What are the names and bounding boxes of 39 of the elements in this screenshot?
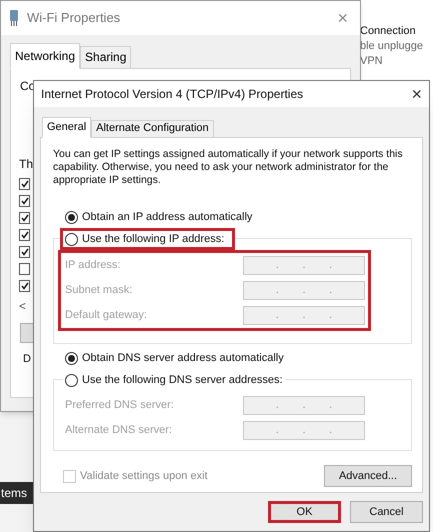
radio-label: Obtain DNS server address automatically	[82, 351, 284, 365]
field-label: Default gateway:	[65, 308, 147, 324]
field-label: IP address:	[65, 258, 120, 274]
checkbox[interactable]	[19, 178, 30, 190]
label-text: Th	[19, 156, 34, 173]
field-label: Preferred DNS server:	[65, 398, 174, 414]
checkbox[interactable]	[19, 280, 30, 292]
dialog-button[interactable]: OK	[268, 501, 341, 523]
advanced-button[interactable]: Advanced...	[324, 465, 412, 487]
checkbox-label: Validate settings upon exit	[80, 468, 208, 484]
field-label: Alternate DNS server:	[65, 423, 172, 438]
tab[interactable]: Alternate Configuration	[91, 120, 214, 138]
label-text: D	[23, 352, 31, 367]
radio-label: Use the following IP address:	[82, 232, 224, 246]
dialog-button[interactable]: Cancel	[350, 501, 423, 523]
checkbox[interactable]	[19, 246, 30, 258]
radio-button[interactable]	[65, 374, 78, 386]
connection-text: Connection	[360, 24, 416, 39]
field-label: Subnet mask:	[65, 283, 132, 298]
taskbar-label: tems	[0, 485, 28, 502]
tab[interactable]: Networking	[10, 43, 80, 69]
radio-label: Obtain an IP address automatically	[82, 210, 252, 224]
radio-button[interactable]	[65, 232, 78, 246]
window-title: Wi-Fi Properties	[27, 9, 120, 28]
radio-button[interactable]	[65, 352, 78, 364]
dialog-title: Internet Protocol Version 4 (TCP/IPv4) Properties	[41, 86, 304, 103]
checkbox[interactable]	[19, 229, 30, 241]
radio-button[interactable]	[65, 210, 78, 224]
checkbox[interactable]	[19, 263, 30, 275]
network-adapter-icon	[9, 10, 19, 26]
description-text: You can get IP settings assigned automatically if your network supports this capability. Otherwise, you need to ask your network administrator for the appropriate IP settings.	[53, 148, 404, 187]
radio-label: Use the following DNS server addresses:	[82, 373, 283, 387]
checkbox[interactable]	[19, 195, 30, 207]
tab[interactable]: Sharing	[80, 46, 132, 69]
checkbox[interactable]	[19, 212, 30, 224]
close-button[interactable]: ×	[333, 9, 352, 27]
connection-text: VPN	[360, 54, 383, 69]
tab[interactable]: General	[42, 117, 92, 138]
close-button[interactable]: ×	[411, 85, 422, 103]
